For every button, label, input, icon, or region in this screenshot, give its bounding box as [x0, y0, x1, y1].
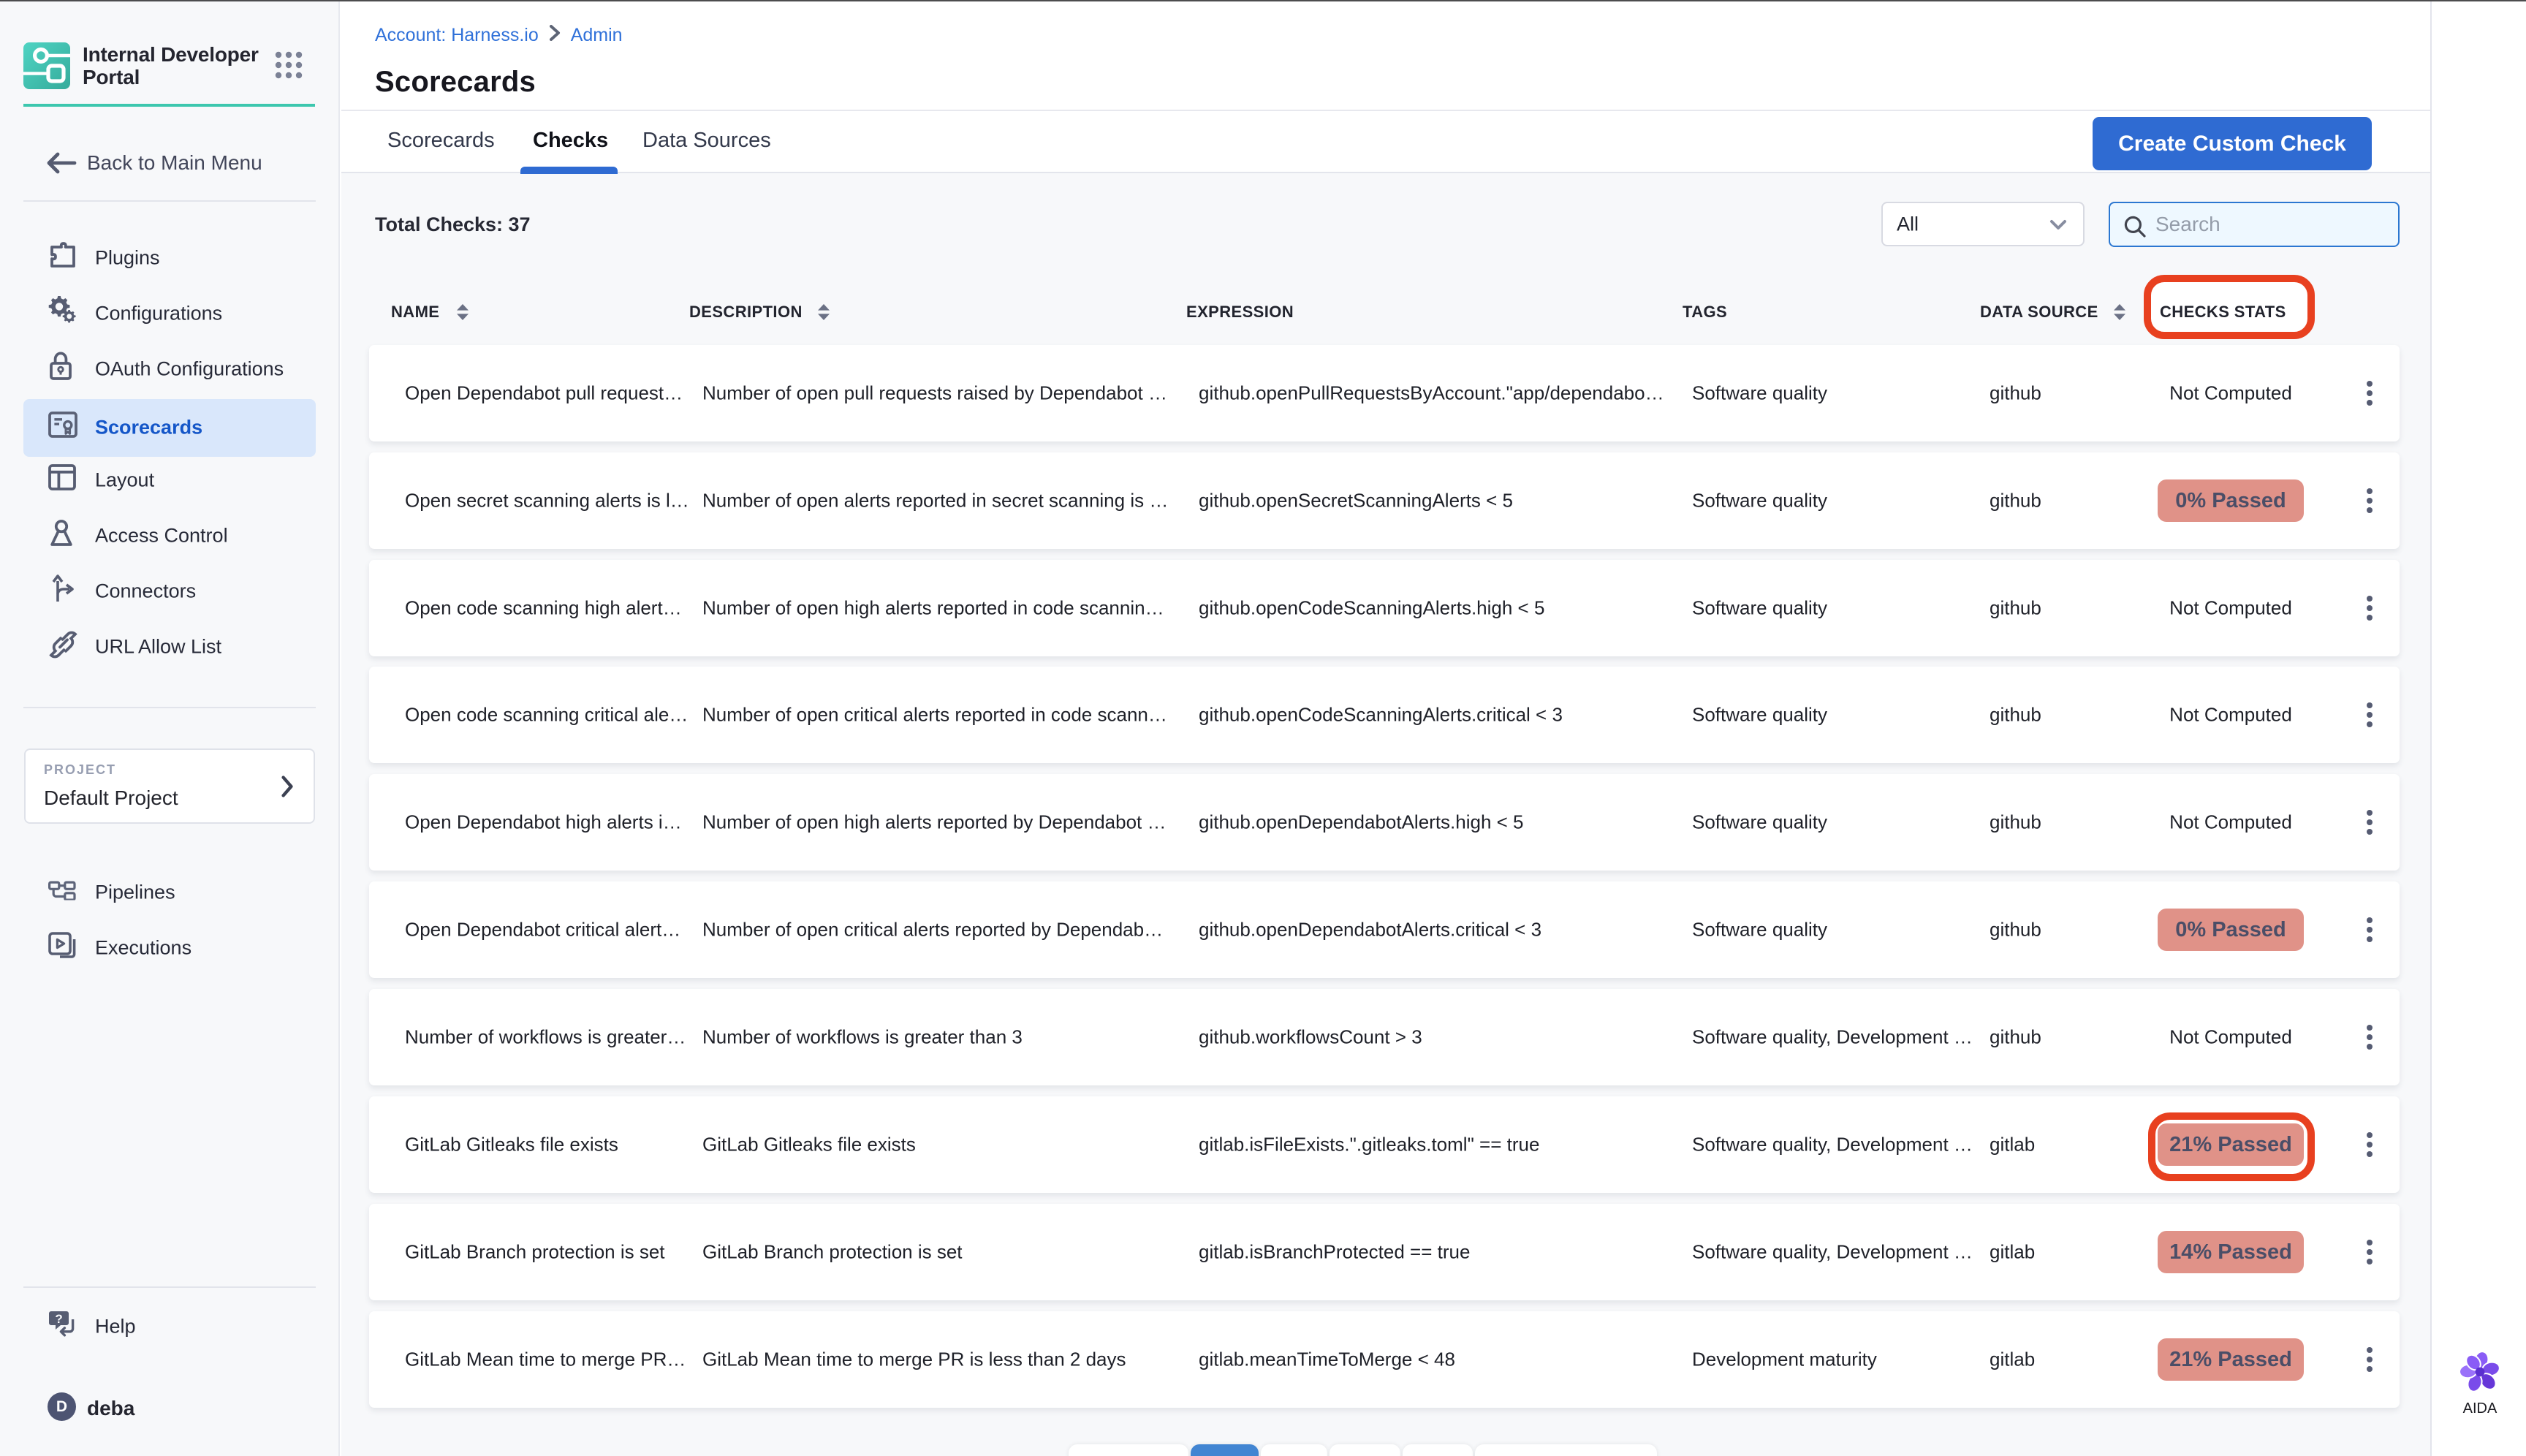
svg-text:?: ?	[55, 1312, 62, 1326]
